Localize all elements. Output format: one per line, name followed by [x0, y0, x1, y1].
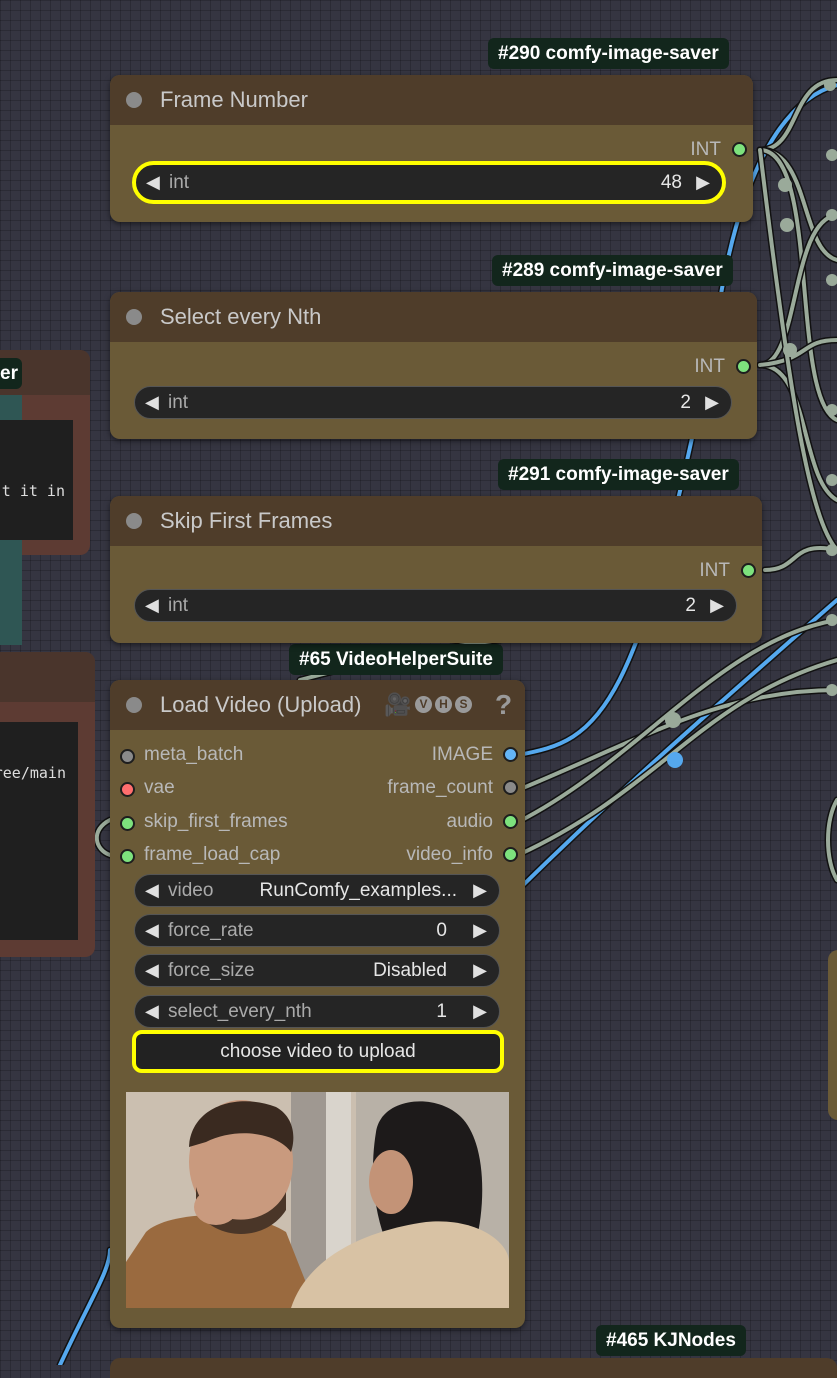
- force-size-widget[interactable]: ◀ force_size Disabled ▶: [134, 954, 500, 987]
- input-socket[interactable]: [120, 749, 135, 764]
- widget-value: 48: [660, 172, 682, 193]
- load-video-node[interactable]: Load Video (Upload) 🎥 V H S ? meta_batch…: [110, 680, 525, 1328]
- output-socket-int[interactable]: [732, 142, 747, 157]
- node-title: Frame Number: [160, 87, 308, 112]
- video-preview: [126, 1092, 509, 1308]
- left-partial-textbox-2[interactable]: ree/main: [0, 722, 78, 940]
- output-label-int: INT: [699, 560, 730, 581]
- int-widget[interactable]: ◀ int 2 ▶: [134, 589, 737, 622]
- widget-name: force_size: [168, 960, 255, 981]
- decrement-arrow[interactable]: ◀: [145, 387, 159, 418]
- input-socket[interactable]: [120, 782, 135, 797]
- node-header[interactable]: Frame Number: [110, 75, 753, 125]
- collapse-dot[interactable]: [126, 513, 142, 529]
- widget-value: 1: [436, 1001, 447, 1022]
- input-label: vae: [144, 777, 175, 798]
- badge-289: #289 comfy-image-saver: [492, 255, 733, 286]
- input-socket[interactable]: [120, 849, 135, 864]
- decrement-arrow[interactable]: ◀: [145, 996, 159, 1027]
- video-select-widget[interactable]: ◀ video RunComfy_examples... ▶: [134, 874, 500, 907]
- right-partial-node[interactable]: [828, 950, 837, 1120]
- help-icon[interactable]: ?: [495, 680, 512, 730]
- vhs-v-icon: V: [415, 696, 432, 713]
- output-label-image: IMAGE: [431, 744, 493, 765]
- left-partial-text-2: ree/main: [0, 764, 66, 782]
- input-label: skip_first_frames: [144, 811, 288, 832]
- left-partial-textbox[interactable]: t it in: [0, 420, 73, 540]
- widget-value: Disabled: [373, 960, 447, 981]
- select-every-nth-widget[interactable]: ◀ select_every_nth 1 ▶: [134, 995, 500, 1028]
- vhs-s-icon: S: [455, 696, 472, 713]
- int-widget[interactable]: ◀ int 48 ▶: [132, 161, 726, 204]
- left-partial-text: t it in: [1, 482, 65, 500]
- collapse-dot[interactable]: [126, 92, 142, 108]
- node-header[interactable]: Skip First Frames: [110, 496, 762, 546]
- widget-name: force_rate: [168, 920, 254, 941]
- frame-number-node[interactable]: Frame Number INT ◀ int 48 ▶: [110, 75, 753, 222]
- widget-name: int: [168, 595, 189, 616]
- decrement-arrow[interactable]: ◀: [145, 875, 159, 906]
- node-header[interactable]: Select every Nth: [110, 292, 757, 342]
- select-every-nth-node[interactable]: Select every Nth INT ◀ int 2 ▶: [110, 292, 757, 439]
- output-label-audio: audio: [446, 811, 494, 832]
- widget-value: RunComfy_examples...: [259, 880, 457, 901]
- badge-290: #290 comfy-image-saver: [488, 38, 729, 69]
- widget-name: select_every_nth: [168, 1001, 312, 1022]
- decrement-arrow[interactable]: ◀: [145, 915, 159, 946]
- badge-465: #465 KJNodes: [596, 1325, 746, 1356]
- output-socket-video-info[interactable]: [503, 847, 518, 862]
- increment-arrow[interactable]: ▶: [473, 996, 487, 1027]
- node-title: Select every Nth: [160, 304, 322, 329]
- increment-arrow[interactable]: ▶: [473, 955, 487, 986]
- video-camera-icon: 🎥: [384, 692, 412, 717]
- output-socket-audio[interactable]: [503, 814, 518, 829]
- widget-name: int: [169, 172, 190, 193]
- output-label-int: INT: [694, 356, 725, 377]
- output-label-frame-count: frame_count: [387, 777, 493, 798]
- node-title: Skip First Frames: [160, 508, 333, 533]
- output-label-video-info: video_info: [406, 844, 493, 865]
- video-preview-image: [126, 1092, 509, 1308]
- input-socket[interactable]: [120, 816, 135, 831]
- left-partial-badge: er: [0, 358, 22, 389]
- badge-291: #291 comfy-image-saver: [498, 459, 739, 490]
- collapse-dot[interactable]: [126, 309, 142, 325]
- increment-arrow[interactable]: ▶: [710, 590, 724, 621]
- widget-value: 2: [680, 392, 691, 413]
- output-socket-frame-count[interactable]: [503, 780, 518, 795]
- int-widget[interactable]: ◀ int 2 ▶: [134, 386, 732, 419]
- increment-arrow[interactable]: ▶: [705, 387, 719, 418]
- force-rate-widget[interactable]: ◀ force_rate 0 ▶: [134, 914, 500, 947]
- collapse-dot[interactable]: [126, 697, 142, 713]
- kjnodes-partial-node[interactable]: [110, 1358, 837, 1378]
- decrement-arrow[interactable]: ◀: [145, 590, 159, 621]
- increment-arrow[interactable]: ▶: [473, 915, 487, 946]
- node-title: Load Video (Upload): [160, 692, 362, 717]
- badge-65: #65 VideoHelperSuite: [289, 644, 503, 675]
- output-socket-int[interactable]: [736, 359, 751, 374]
- skip-first-frames-node[interactable]: Skip First Frames INT ◀ int 2 ▶: [110, 496, 762, 643]
- increment-arrow[interactable]: ▶: [696, 165, 710, 200]
- upload-button-label: choose video to upload: [220, 1041, 416, 1062]
- widget-name: video: [168, 880, 214, 901]
- input-label: meta_batch: [144, 744, 244, 765]
- increment-arrow[interactable]: ▶: [473, 875, 487, 906]
- choose-video-upload-button[interactable]: choose video to upload: [132, 1030, 504, 1073]
- output-socket-image[interactable]: [503, 747, 518, 762]
- widget-name: int: [168, 392, 189, 413]
- decrement-arrow[interactable]: ◀: [145, 955, 159, 986]
- input-label: frame_load_cap: [144, 844, 281, 865]
- left-partial-node-2[interactable]: ree/main: [0, 652, 95, 957]
- output-label-int: INT: [690, 139, 721, 160]
- decrement-arrow[interactable]: ◀: [146, 165, 160, 200]
- widget-value: 2: [685, 595, 696, 616]
- node-header[interactable]: Load Video (Upload) 🎥 V H S ?: [110, 680, 525, 730]
- output-socket-int[interactable]: [741, 563, 756, 578]
- widget-value: 0: [436, 920, 447, 941]
- vhs-h-icon: H: [435, 696, 452, 713]
